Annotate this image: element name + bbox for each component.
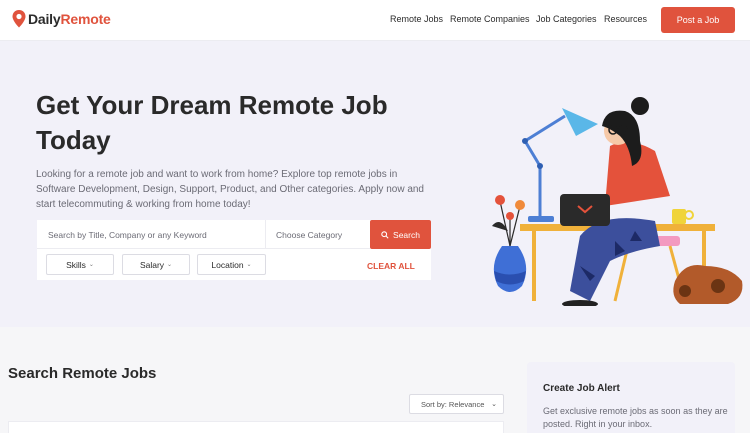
hero-description: Looking for a remote job and want to wor… [36,169,424,210]
search-panel: Search by Title, Company or any Keyword … [37,220,431,280]
nav-resources[interactable]: Resources [604,14,647,24]
search-icon [381,230,389,239]
hero-section: Get Your Dream Remote Job Today Looking … [0,41,750,327]
sort-dropdown-label: Sort by: Relevance [421,399,485,409]
nav-remote-jobs[interactable]: Remote Jobs [390,14,443,24]
chevron-down-icon: ⌄ [491,401,497,408]
location-filter-label: Location [211,259,244,270]
hero-title: Get Your Dream Remote Job Today [36,90,388,155]
vase [493,246,527,292]
laptop [560,194,610,226]
dog [673,265,743,304]
dailyremote-logo[interactable]: Daily Remote [12,10,111,28]
chevron-down-icon: ⌄ [167,262,173,268]
nav-job-categories[interactable]: Job Categories [536,14,597,24]
category-select[interactable]: Choose Category [266,220,370,249]
sort-dropdown[interactable]: Sort by: Relevance ⌄ [409,394,504,414]
search-button[interactable]: Search [370,220,431,249]
search-remote-jobs-heading: Search Remote Jobs [8,365,157,382]
skills-filter[interactable]: Skills ⌄ [46,254,114,275]
chevron-down-icon: ⌄ [88,262,94,268]
keyword-search-input[interactable]: Search by Title, Company or any Keyword [37,220,266,249]
clear-all-button[interactable]: CLEAR ALL [367,261,415,271]
salary-filter[interactable]: Salary ⌄ [122,254,190,275]
main-nav-3: Job Categories [536,14,597,24]
logo-text-remote: Remote [60,11,111,27]
main-nav-4: Resources [604,14,647,24]
job-alert-card: Create Job Alert Get exclusive remote jo… [527,362,735,433]
chevron-down-icon: ⌄ [246,262,252,268]
job-alert-title: Create Job Alert [543,383,620,394]
location-pin-icon [12,10,26,28]
job-results-list [8,421,504,433]
skills-filter-label: Skills [66,259,86,270]
salary-filter-label: Salary [139,259,165,270]
location-filter[interactable]: Location ⌄ [197,254,266,275]
top-header: Daily Remote Remote Jobs Remote Companies… [0,0,750,41]
logo-text-daily: Daily [28,11,61,27]
post-a-job-button[interactable]: Post a Job [661,7,735,33]
search-button-label: Search [393,229,420,240]
job-alert-description: Get exclusive remote jobs as soon as the… [543,406,728,429]
main-nav-2: Remote Companies [450,14,530,24]
nav-remote-companies[interactable]: Remote Companies [450,14,530,24]
remote-worker-illustration [492,97,743,306]
main-nav: Remote Jobs [390,14,443,24]
